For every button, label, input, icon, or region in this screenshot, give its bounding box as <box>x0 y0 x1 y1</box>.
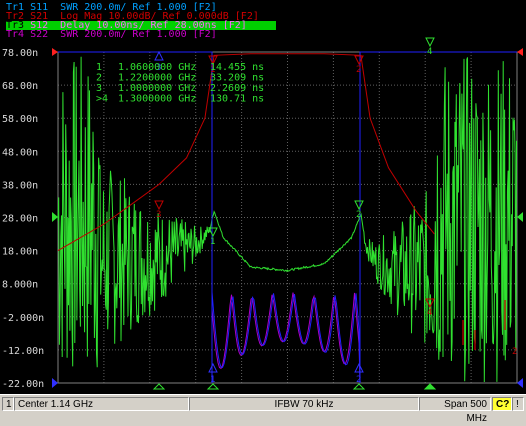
reference-arrow-right-blue[interactable] <box>517 378 523 388</box>
marker-number: 2 <box>356 65 361 75</box>
y-tick-label: 8.000n <box>2 280 38 291</box>
center-frequency[interactable]: Center 1.14 GHz <box>14 397 189 411</box>
reference-arrow-right-green[interactable] <box>517 212 523 222</box>
if-bandwidth[interactable]: IFBW 70 kHz <box>189 397 419 411</box>
marker-table-id: 2 <box>96 73 102 84</box>
y-tick-label: -2.000n <box>2 313 44 324</box>
stimulus-marker-indicator[interactable] <box>152 383 166 390</box>
reference-arrow-left-green[interactable] <box>52 212 58 222</box>
marker-number: 2 <box>356 375 361 385</box>
right-edge-marker-label: 2 <box>512 347 517 357</box>
reference-arrow-left-red[interactable] <box>52 48 58 56</box>
y-tick-label: 28.00n <box>2 214 38 225</box>
y-tick-label: -22.00n <box>2 379 44 390</box>
y-tick-label: 48.00n <box>2 147 38 158</box>
marker-table: 1 1.0600000 GHz 14.455 ns 2 1.2200000 GHz 33.… <box>96 62 264 105</box>
marker-table-frequency: 1.2200000 GHz <box>118 73 196 84</box>
marker-table-value: 2.2609 ns <box>210 83 264 94</box>
marker-table-value: 14.455 ns <box>210 62 264 73</box>
marker-table-frequency: 1.0600000 GHz <box>118 62 196 73</box>
marker-triangle <box>425 37 435 48</box>
marker-table-id: >4 <box>96 94 108 105</box>
marker-number: 3 <box>156 210 161 220</box>
marker-number: 4 <box>427 308 432 318</box>
y-tick-label: 78.00n <box>2 48 38 59</box>
channel-number[interactable]: 1 <box>2 397 14 411</box>
marker-table-id: 3 <box>96 83 102 94</box>
reference-arrow-right-red[interactable] <box>517 48 523 56</box>
marker-table-frequency: 1.3000000 GHz <box>118 94 196 105</box>
y-tick-label: 58.00n <box>2 114 38 125</box>
y-tick-label: 18.00n <box>2 247 38 258</box>
marker-number: 1 <box>210 375 215 385</box>
marker-number: 1 <box>210 237 215 247</box>
y-tick-label: 68.00n <box>2 81 38 92</box>
marker-table-value: 33.209 ns <box>210 73 264 84</box>
span-frequency[interactable]: Span 500 MHz <box>419 397 491 424</box>
status-bar: 1 Center 1.14 GHz IFBW 70 kHz Span 500 M… <box>0 394 526 424</box>
marker-number: 4 <box>427 47 432 57</box>
measurement-plot[interactable]: 78.00n68.00n58.00n48.00n38.00n28.00n18.0… <box>0 0 526 394</box>
stimulus-marker-indicator[interactable] <box>423 383 437 390</box>
marker-table-value: 130.71 ns <box>210 94 264 105</box>
calibration-status[interactable]: C? <box>492 397 512 411</box>
y-tick-label: 38.00n <box>2 180 38 191</box>
marker-table-id: 1 <box>96 62 102 73</box>
y-tick-label: -12.00n <box>2 346 44 357</box>
marker-table-frequency: 1.0000000 GHz <box>118 83 196 94</box>
reference-arrow-left-blue[interactable] <box>52 378 58 388</box>
marker-number: 2 <box>356 210 361 220</box>
y-axis-labels: 78.00n 68.00n 58.00n 48.00n 38.00n 28.00n 18.0… <box>2 48 44 390</box>
status-extra: ! <box>512 397 524 411</box>
vna-screen: Tr1 S11 SWR 200.0m/ Ref 1.000 [F2] Tr2 S2… <box>0 0 526 424</box>
